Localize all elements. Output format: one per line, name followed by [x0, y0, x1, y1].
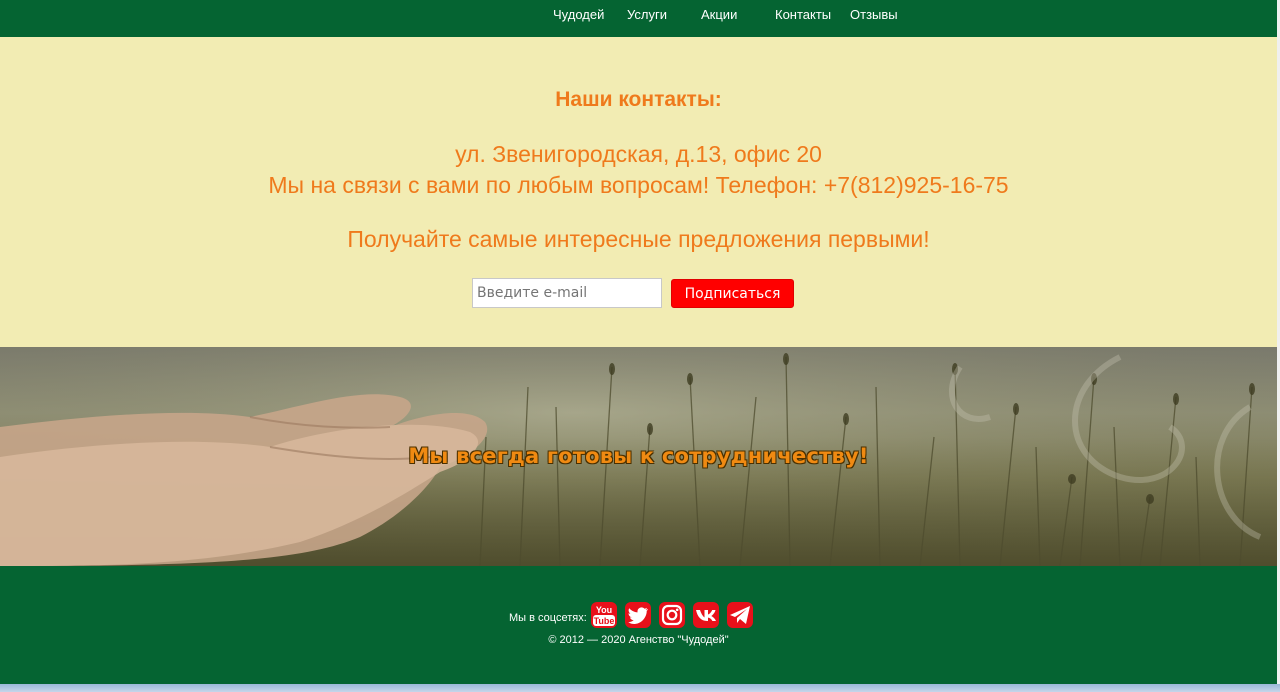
copyright-text: © 2012 — 2020 Агенство "Чудодей"	[548, 634, 729, 646]
email-input[interactable]	[472, 278, 662, 308]
nav-item-services[interactable]: Услуги	[627, 7, 667, 22]
nav-item-promotions[interactable]: Акции	[701, 7, 737, 22]
contacts-title: Наши контакты:	[555, 88, 722, 111]
phone-text: Мы на связи с вами по любым вопросам! Те…	[268, 172, 1009, 198]
social-label: Мы в соцсетях:	[509, 612, 587, 624]
svg-text:Tube: Tube	[594, 616, 615, 626]
nav-item-chudodey[interactable]: Чудодей	[553, 7, 604, 22]
twitter-icon[interactable]	[625, 602, 651, 628]
promo-text: Получайте самые интересные предложения п…	[347, 226, 930, 252]
telegram-icon[interactable]	[727, 602, 753, 628]
instagram-icon[interactable]	[659, 602, 685, 628]
top-navigation: Чудодей Услуги Акции Контакты Отзывы	[0, 0, 1277, 37]
taskbar-edge	[0, 684, 1280, 692]
subscribe-button[interactable]: Подписаться	[671, 279, 794, 308]
vk-icon[interactable]	[693, 602, 719, 628]
address-text: ул. Звенигородская, д.13, офис 20	[455, 141, 822, 167]
banner-slogan: Мы всегда готовы к сотрудничеству!	[408, 444, 869, 468]
svg-text:You: You	[596, 605, 612, 615]
youtube-icon[interactable]: You Tube	[591, 602, 617, 628]
contacts-section: Наши контакты: ул. Звенигородская, д.13,…	[0, 37, 1277, 347]
footer: Мы в соцсетях: You Tube © 2012 — 2020 Аг…	[0, 566, 1277, 684]
nav-item-reviews[interactable]: Отзывы	[850, 7, 898, 22]
nav-item-contacts[interactable]: Контакты	[775, 7, 831, 22]
cooperation-banner: Мы всегда готовы к сотрудничеству!	[0, 347, 1277, 566]
